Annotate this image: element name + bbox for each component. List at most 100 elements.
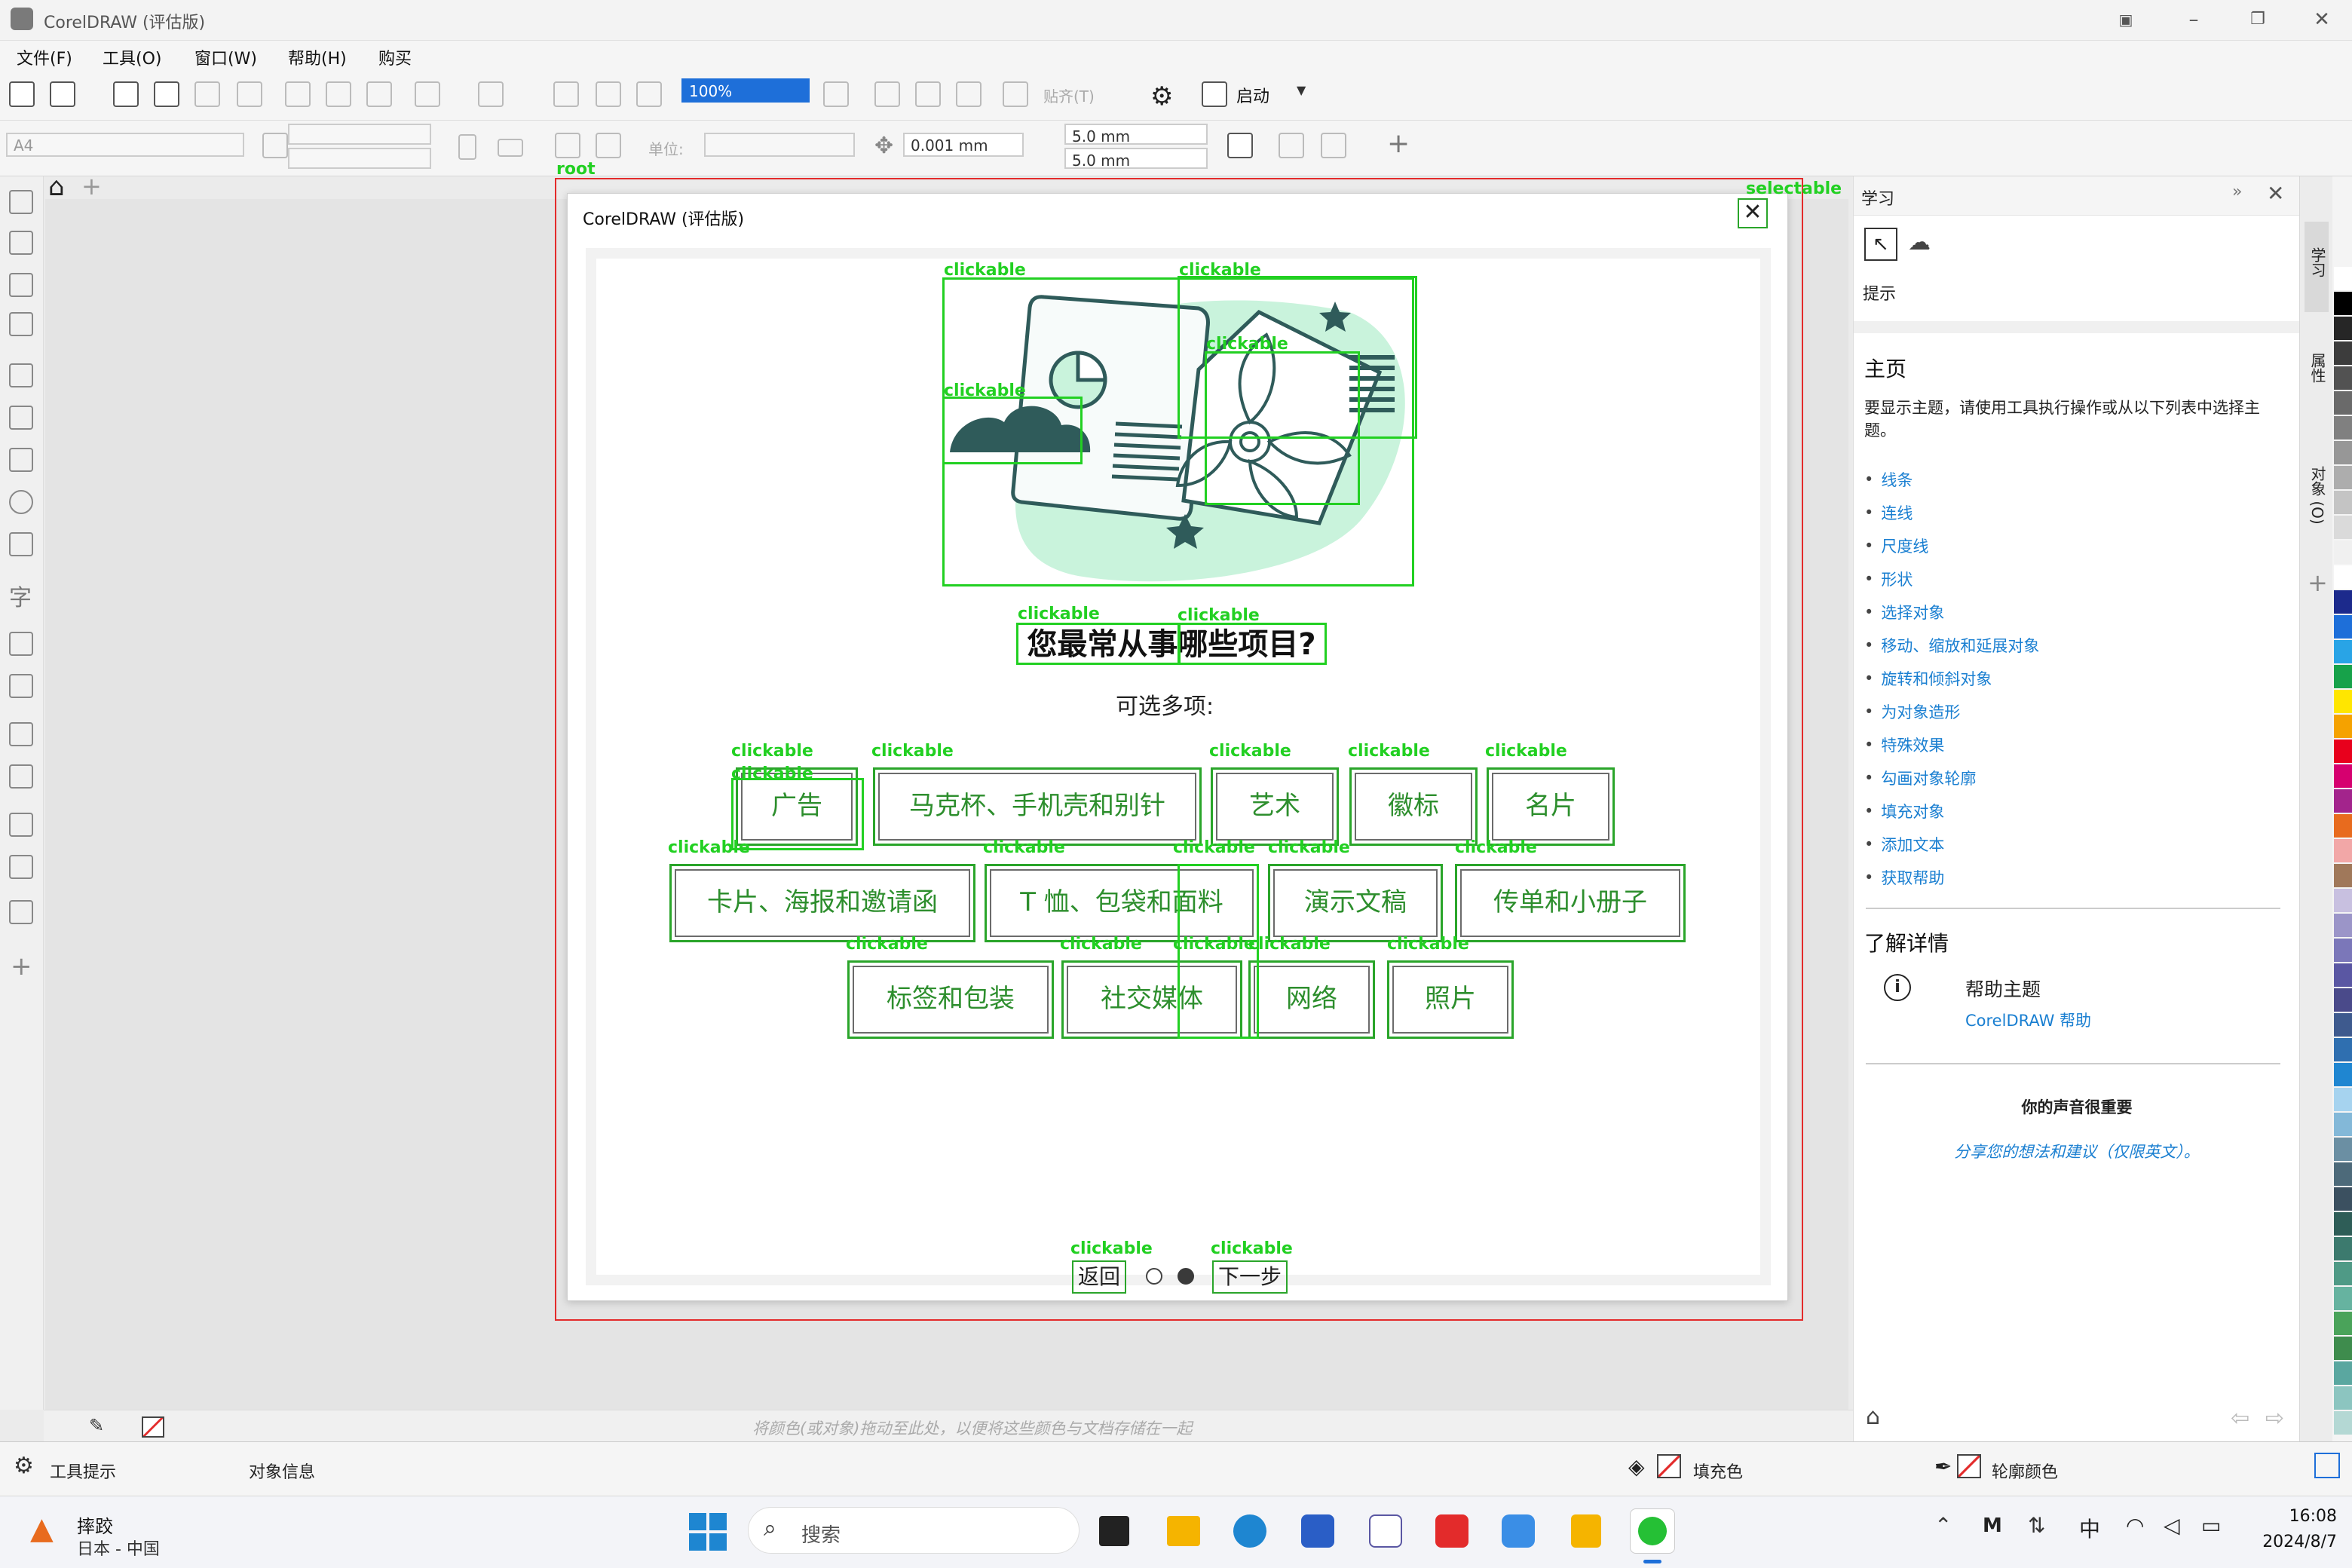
- weather-title[interactable]: 摔跤: [77, 1511, 113, 1538]
- color-swatch[interactable]: [2334, 1162, 2352, 1186]
- color-swatch[interactable]: [2334, 1088, 2352, 1111]
- color-swatch[interactable]: [2334, 640, 2352, 663]
- topic-list-item[interactable]: • 特殊效果: [1864, 728, 2286, 761]
- color-swatch[interactable]: [2334, 864, 2352, 887]
- color-swatch[interactable]: [2334, 1337, 2352, 1360]
- topic-link[interactable]: 连线: [1881, 501, 1913, 524]
- topic-link[interactable]: 特殊效果: [1881, 733, 1944, 756]
- cloud-download-icon[interactable]: [154, 81, 179, 107]
- color-swatch[interactable]: [2334, 1411, 2352, 1435]
- polygon-tool-icon[interactable]: [9, 532, 33, 556]
- color-swatch[interactable]: [2334, 1113, 2352, 1136]
- topic-link[interactable]: 勾画对象轮廓: [1881, 767, 1976, 789]
- next-button[interactable]: 下一步: [1212, 1260, 1288, 1294]
- collapse-docker-icon[interactable]: »: [2232, 182, 2242, 201]
- restore-layout-icon[interactable]: ▣: [2111, 5, 2141, 35]
- snap-icon[interactable]: [1003, 81, 1028, 107]
- coreldraw-help-link[interactable]: CorelDRAW 帮助: [1965, 1009, 2091, 1031]
- tab-objects[interactable]: 对象 (O): [2305, 440, 2329, 553]
- freehand-tool-icon[interactable]: [9, 363, 33, 387]
- chevron-down-icon[interactable]: ▼: [1297, 83, 1306, 97]
- topic-link[interactable]: 线条: [1881, 468, 1913, 491]
- clock-time[interactable]: 16:08: [2269, 1507, 2337, 1526]
- edit-all-pages-icon[interactable]: [1279, 133, 1304, 158]
- close-docker-icon[interactable]: ✕: [2267, 181, 2284, 206]
- paste-icon[interactable]: [366, 81, 392, 107]
- clock-date[interactable]: 2024/8/7: [2249, 1533, 2337, 1551]
- taskbar-search-box[interactable]: ⌕ 搜索: [748, 1507, 1080, 1554]
- color-swatch[interactable]: [2334, 740, 2352, 763]
- all-pages-icon[interactable]: [555, 133, 580, 158]
- option-logo[interactable]: 徽标: [1349, 767, 1478, 846]
- eyedropper-icon[interactable]: ✎: [89, 1415, 104, 1436]
- duplicate-distance-x-field[interactable]: 5.0 mm: [1064, 124, 1208, 145]
- color-swatch[interactable]: [2334, 565, 2352, 589]
- home-icon[interactable]: ⌂: [1866, 1404, 1880, 1430]
- export-pdf-icon[interactable]: [636, 81, 662, 107]
- color-swatch[interactable]: [2334, 764, 2352, 788]
- topic-link[interactable]: 移动、缩放和延展对象: [1881, 634, 2039, 657]
- menu-tools[interactable]: 工具(O): [103, 45, 161, 69]
- new-document-icon[interactable]: [9, 81, 35, 107]
- topic-link[interactable]: 旋转和倾斜对象: [1881, 667, 1992, 690]
- edit-current-page-icon[interactable]: [1321, 133, 1346, 158]
- option-mugs-cases-pins[interactable]: 马克杯、手机壳和别针: [873, 767, 1202, 846]
- huawei-app-icon[interactable]: [1369, 1514, 1402, 1548]
- menu-window[interactable]: 窗口(W): [194, 45, 257, 69]
- tab-learn[interactable]: 学习: [2305, 222, 2329, 312]
- duplicate-distance-y-field[interactable]: 5.0 mm: [1064, 148, 1208, 170]
- file-explorer-icon[interactable]: [1167, 1516, 1200, 1546]
- appgallery-icon[interactable]: [1435, 1514, 1468, 1548]
- back-button[interactable]: 返回: [1072, 1260, 1127, 1294]
- color-swatch[interactable]: [2334, 590, 2352, 614]
- menu-buy[interactable]: 购买: [378, 45, 412, 69]
- color-proof-icon[interactable]: [2314, 1453, 2340, 1478]
- color-swatch[interactable]: [2334, 366, 2352, 390]
- smart-fill-tool-icon[interactable]: [9, 900, 33, 924]
- color-swatch[interactable]: [2334, 516, 2352, 539]
- topic-link[interactable]: 形状: [1881, 568, 1913, 590]
- color-swatch[interactable]: [2334, 1312, 2352, 1335]
- topic-list-item[interactable]: • 移动、缩放和延展对象: [1864, 629, 2286, 662]
- option-labels-packaging[interactable]: 标签和包装: [847, 960, 1054, 1039]
- microsoft-store-icon[interactable]: [1301, 1514, 1334, 1548]
- show-grid-icon[interactable]: [915, 81, 941, 107]
- color-swatch[interactable]: [2334, 292, 2352, 315]
- color-swatch[interactable]: [2334, 1038, 2352, 1061]
- color-swatch[interactable]: [2334, 690, 2352, 713]
- page-size-select[interactable]: A4: [6, 133, 244, 157]
- topic-list-item[interactable]: • 获取帮助: [1864, 861, 2286, 894]
- color-swatch[interactable]: [2334, 1138, 2352, 1161]
- topic-list-item[interactable]: • 线条: [1864, 463, 2286, 496]
- input-method-indicator[interactable]: 中: [2079, 1513, 2100, 1543]
- color-swatch[interactable]: [2334, 963, 2352, 987]
- cloud-app-icon[interactable]: [1502, 1514, 1535, 1548]
- redo-icon[interactable]: [478, 81, 504, 107]
- transparency-tool-icon[interactable]: [9, 764, 33, 789]
- page-height-field[interactable]: [288, 148, 431, 169]
- shape-tool-icon[interactable]: [9, 231, 33, 255]
- color-swatch[interactable]: [2334, 814, 2352, 838]
- topic-list-item[interactable]: • 添加文本: [1864, 828, 2286, 861]
- color-swatch[interactable]: [2334, 889, 2352, 912]
- color-swatch[interactable]: [2334, 317, 2352, 340]
- home-tab-icon[interactable]: ⌂: [48, 172, 65, 202]
- print-icon[interactable]: [237, 81, 262, 107]
- zoom-level-field[interactable]: 100%: [681, 78, 810, 103]
- nudge-distance-field[interactable]: 0.001 mm: [903, 133, 1024, 157]
- cloud-upload-icon[interactable]: [194, 81, 220, 107]
- page-dot-1[interactable]: [1146, 1268, 1162, 1285]
- color-swatch[interactable]: [2334, 665, 2352, 688]
- color-swatch[interactable]: [2334, 1287, 2352, 1310]
- menu-file[interactable]: 文件(F): [17, 45, 72, 69]
- color-swatch[interactable]: [2334, 789, 2352, 813]
- coreldraw-taskbar-icon[interactable]: [1630, 1508, 1675, 1554]
- tray-app-icon[interactable]: M: [1983, 1514, 2002, 1537]
- topic-link[interactable]: 获取帮助: [1881, 866, 1944, 889]
- topic-link[interactable]: 填充对象: [1881, 800, 1944, 822]
- open-folder-icon[interactable]: [50, 81, 75, 107]
- color-swatch[interactable]: [2334, 1013, 2352, 1037]
- snap-to-dropdown[interactable]: 贴齐(T): [1043, 84, 1095, 106]
- color-swatch[interactable]: [2334, 1361, 2352, 1385]
- customize-toolbox-icon[interactable]: +: [11, 951, 32, 982]
